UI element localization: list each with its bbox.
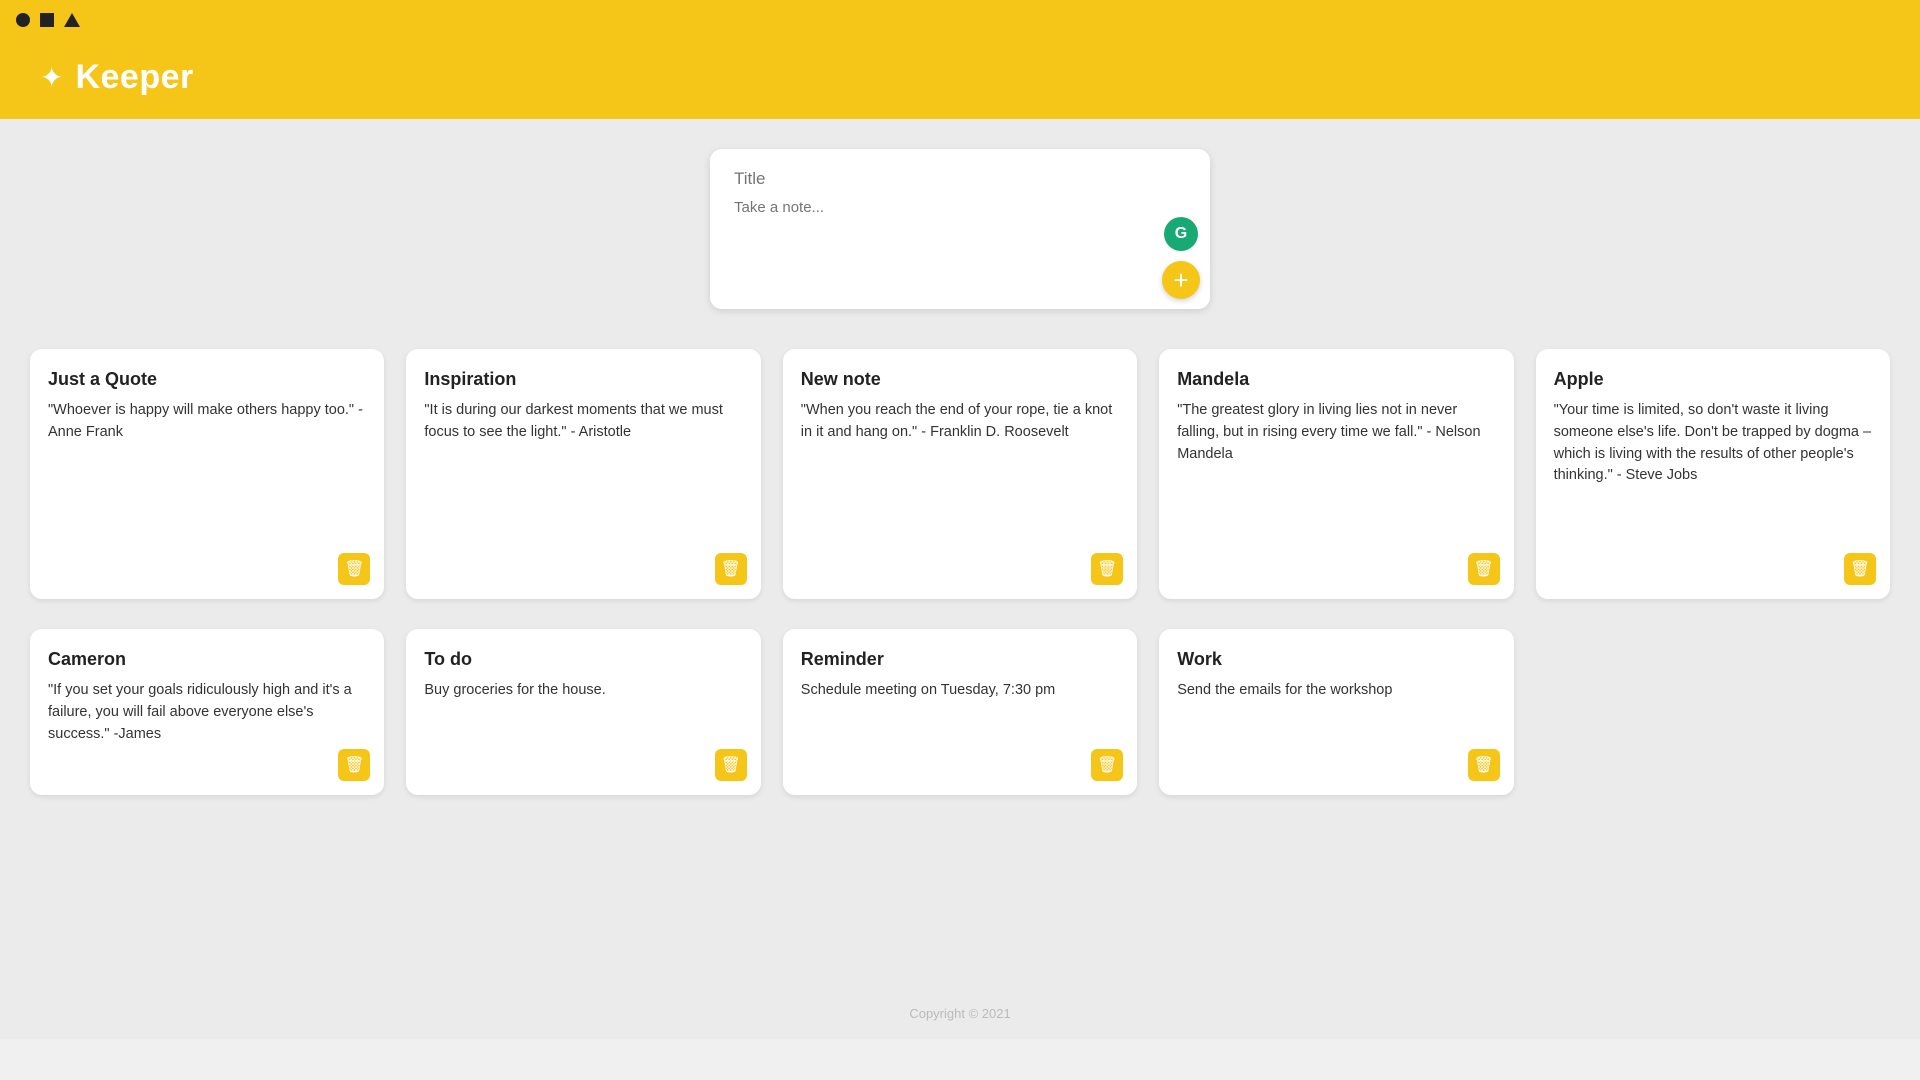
- delete-button[interactable]: 🗑: [1091, 553, 1123, 585]
- app-header: ✦ Keeper: [0, 40, 1920, 119]
- titlebar-square: [40, 13, 54, 27]
- trash-icon: 🗑: [721, 755, 741, 775]
- app-title: Keeper: [75, 58, 193, 97]
- delete-button[interactable]: 🗑: [1091, 749, 1123, 781]
- trash-icon: 🗑: [1473, 755, 1493, 775]
- delete-button[interactable]: 🗑: [715, 553, 747, 585]
- add-note-button[interactable]: +: [1162, 261, 1200, 299]
- delete-button[interactable]: 🗑: [338, 749, 370, 781]
- titlebar-circle: [16, 13, 30, 27]
- note-card: Work Send the emails for the workshop 🗑: [1159, 629, 1513, 795]
- note-card: Apple "Your time is limited, so don't wa…: [1536, 349, 1890, 599]
- note-card-title: Cameron: [48, 649, 366, 670]
- note-card: Cameron "If you set your goals ridiculou…: [30, 629, 384, 795]
- notes-grid-row1: Just a Quote "Whoever is happy will make…: [30, 349, 1890, 599]
- note-card-title: Inspiration: [424, 369, 742, 390]
- grammarly-button[interactable]: G: [1164, 217, 1198, 251]
- notes-grid-row2: Cameron "If you set your goals ridiculou…: [30, 629, 1890, 795]
- delete-button[interactable]: 🗑: [1468, 553, 1500, 585]
- titlebar: [0, 0, 1920, 40]
- note-card-title: Work: [1177, 649, 1495, 670]
- copyright: Copyright © 2021: [909, 1006, 1010, 1021]
- note-card: To do Buy groceries for the house. 🗑: [406, 629, 760, 795]
- trash-icon: 🗑: [1097, 755, 1117, 775]
- trash-icon: 🗑: [1850, 559, 1870, 579]
- note-card: Mandela "The greatest glory in living li…: [1159, 349, 1513, 599]
- note-card-body: Schedule meeting on Tuesday, 7:30 pm: [801, 680, 1119, 702]
- note-card-title: New note: [801, 369, 1119, 390]
- delete-button[interactable]: 🗑: [715, 749, 747, 781]
- note-card-title: Mandela: [1177, 369, 1495, 390]
- note-card-title: Just a Quote: [48, 369, 366, 390]
- note-card-body: "The greatest glory in living lies not i…: [1177, 400, 1495, 465]
- trash-icon: 🗑: [344, 559, 364, 579]
- trash-icon: 🗑: [1097, 559, 1117, 579]
- note-card-body: "It is during our darkest moments that w…: [424, 400, 742, 444]
- delete-button[interactable]: 🗑: [1844, 553, 1876, 585]
- note-card-body: "Your time is limited, so don't waste it…: [1554, 400, 1872, 487]
- note-title-input[interactable]: [734, 169, 1186, 189]
- note-card-title: Reminder: [801, 649, 1119, 670]
- note-body-input[interactable]: [734, 199, 1186, 216]
- note-card-title: Apple: [1554, 369, 1872, 390]
- note-card-body: Send the emails for the workshop: [1177, 680, 1495, 702]
- app-logo-icon: ✦: [40, 61, 63, 94]
- note-card-body: "If you set your goals ridiculously high…: [48, 680, 366, 745]
- titlebar-triangle: [64, 13, 80, 27]
- note-card-body: "Whoever is happy will make others happy…: [48, 400, 366, 444]
- add-icon: +: [1173, 265, 1188, 296]
- note-card: Reminder Schedule meeting on Tuesday, 7:…: [783, 629, 1137, 795]
- note-card: New note "When you reach the end of your…: [783, 349, 1137, 599]
- note-input-container: G +: [710, 149, 1210, 309]
- trash-icon: 🗑: [1473, 559, 1493, 579]
- note-card-title: To do: [424, 649, 742, 670]
- note-card: Just a Quote "Whoever is happy will make…: [30, 349, 384, 599]
- delete-button[interactable]: 🗑: [1468, 749, 1500, 781]
- note-card-body: Buy groceries for the house.: [424, 680, 742, 702]
- trash-icon: 🗑: [721, 559, 741, 579]
- grammarly-label: G: [1175, 225, 1187, 243]
- delete-button[interactable]: 🗑: [338, 553, 370, 585]
- trash-icon: 🗑: [344, 755, 364, 775]
- main-content: G + Just a Quote "Whoever is happy will …: [0, 119, 1920, 1039]
- note-card: Inspiration "It is during our darkest mo…: [406, 349, 760, 599]
- note-card-body: "When you reach the end of your rope, ti…: [801, 400, 1119, 444]
- note-input-box: [710, 149, 1210, 309]
